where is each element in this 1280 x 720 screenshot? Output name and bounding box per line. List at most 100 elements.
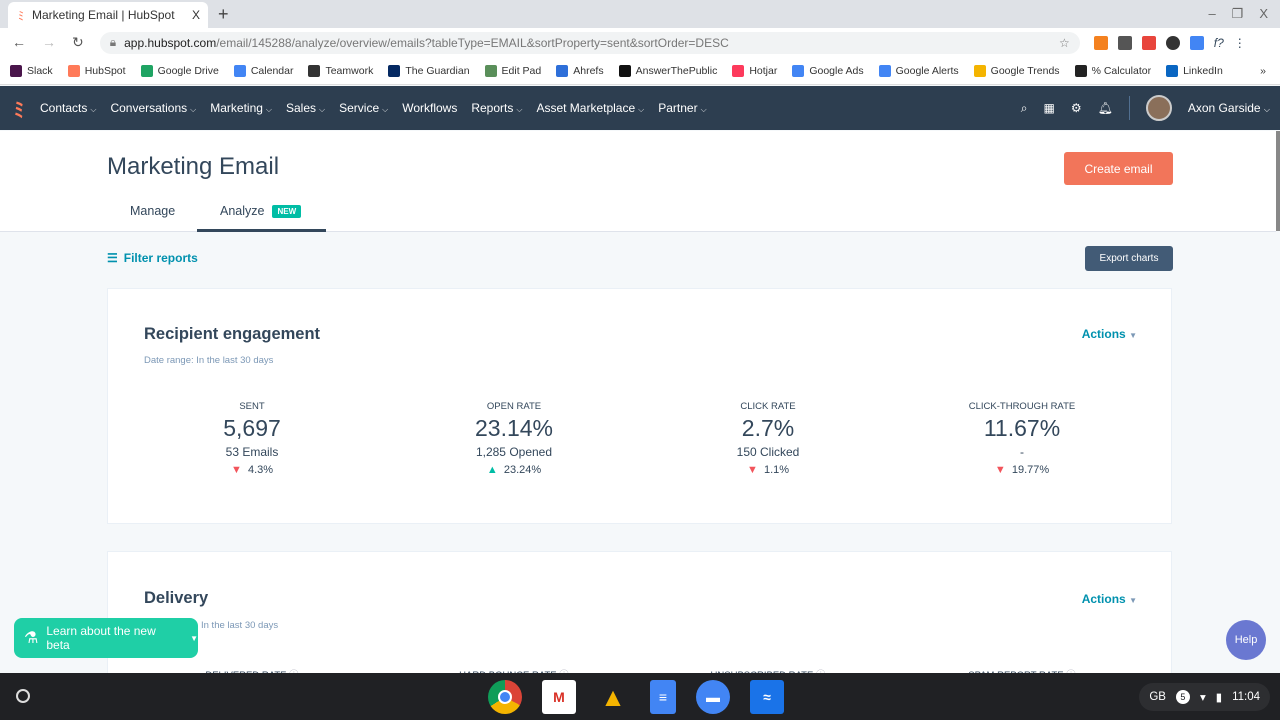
files-icon[interactable]: ▬ bbox=[696, 680, 730, 714]
page-header: Marketing Email Create email Manage Anal… bbox=[0, 131, 1276, 232]
launcher-icon[interactable] bbox=[16, 689, 30, 703]
stat-label: SENT bbox=[239, 401, 265, 412]
forward-icon[interactable]: → bbox=[42, 34, 56, 51]
url-host: app.hubspot.com bbox=[124, 35, 217, 50]
chevron-down-icon: ⌵ bbox=[700, 105, 707, 114]
bookmark-label: Calendar bbox=[250, 64, 294, 77]
stat-value: 2.7% bbox=[741, 415, 795, 441]
bookmark-answerthepublic[interactable]: AnswerThePublic bbox=[618, 64, 717, 77]
gear-icon[interactable]: ⚙ bbox=[1071, 101, 1082, 115]
user-menu[interactable]: Axon Garside ⌵ bbox=[1188, 101, 1270, 115]
stat-label: CLICK RATE bbox=[740, 401, 796, 412]
filter-reports-button[interactable]: ☰ Filter reports bbox=[107, 251, 198, 265]
bookmarks-more-icon[interactable]: » bbox=[1260, 65, 1266, 77]
bookmark-label: Edit Pad bbox=[501, 64, 542, 77]
bookmark-linkedin[interactable]: LinkedIn bbox=[1166, 64, 1223, 77]
actions-dropdown[interactable]: Actions ▼ bbox=[1082, 327, 1137, 341]
create-email-button[interactable]: Create email bbox=[1064, 152, 1173, 185]
scrollbar[interactable] bbox=[1276, 131, 1280, 231]
nav-marketing[interactable]: Marketing ⌵ bbox=[210, 101, 272, 115]
tab-title: Marketing Email | HubSpot bbox=[32, 8, 175, 22]
formula-extension-icon[interactable]: f? bbox=[1214, 36, 1224, 50]
triangle-down-icon: ▼ bbox=[746, 464, 758, 476]
nav-asset-marketplace[interactable]: Asset Marketplace ⌵ bbox=[536, 101, 644, 115]
extension-icon[interactable] bbox=[1165, 35, 1180, 50]
app-icon[interactable]: ≈ bbox=[750, 680, 784, 714]
bookmark-edit-pad[interactable]: Edit Pad bbox=[484, 64, 542, 77]
lock-icon: 🔒︎ bbox=[109, 35, 117, 49]
nav-sales[interactable]: Sales ⌵ bbox=[286, 101, 325, 115]
system-tray[interactable]: GB 5 ▾ ▮ 11:04 bbox=[1139, 683, 1270, 711]
stat-sub: 150 Clicked bbox=[736, 445, 800, 459]
google-drive-icon[interactable]: ▲ bbox=[596, 680, 630, 714]
learn-beta-button[interactable]: ⚗ Learn about the new beta ▼ bbox=[14, 618, 198, 658]
bookmark-google-alerts[interactable]: Google Alerts bbox=[878, 64, 959, 77]
close-tab-icon[interactable]: X bbox=[192, 8, 200, 22]
flask-icon: ⚗ bbox=[24, 630, 39, 647]
extension-icon[interactable] bbox=[1141, 35, 1156, 50]
url-input[interactable]: 🔒︎ app.hubspot.com/email/145288/analyze/… bbox=[99, 31, 1080, 54]
gmail-icon[interactable]: M bbox=[542, 680, 576, 714]
hubspot-nav: ﾐ Contacts ⌵ Conversations ⌵ Marketing ⌵ Sales… bbox=[0, 86, 1280, 130]
chevron-down-icon: ⌵ bbox=[265, 105, 272, 114]
nav-conversations[interactable]: Conversations ⌵ bbox=[110, 101, 196, 115]
beta-label: Learn about the new beta bbox=[46, 624, 156, 652]
google-docs-icon[interactable]: ≡ bbox=[650, 680, 676, 714]
bookmark-slack[interactable]: Slack bbox=[10, 64, 53, 77]
triangle-down-icon: ▼ bbox=[230, 464, 242, 476]
nav-label: Asset Marketplace bbox=[536, 101, 636, 115]
browser-tab[interactable]: ﾐ Marketing Email | HubSpot X bbox=[8, 2, 208, 28]
nav-workflows[interactable]: Workflows bbox=[402, 101, 457, 115]
stat-label: OPEN RATE bbox=[486, 401, 542, 412]
hubspot-logo-icon[interactable]: ﾐ bbox=[14, 94, 24, 123]
bookmark-google-drive[interactable]: Google Drive bbox=[140, 64, 219, 77]
bookmark-label: Google Drive bbox=[157, 64, 219, 77]
bookmark-google-trends[interactable]: Google Trends bbox=[973, 64, 1060, 77]
help-button[interactable]: Help bbox=[1226, 620, 1266, 660]
close-window-icon[interactable]: X bbox=[1259, 6, 1268, 22]
extension-icon[interactable] bbox=[1093, 35, 1108, 50]
avatar[interactable] bbox=[1145, 95, 1172, 121]
bookmark-hubspot[interactable]: HubSpot bbox=[67, 64, 126, 77]
nav-reports[interactable]: Reports ⌵ bbox=[471, 101, 522, 115]
stat-value: 5,697 bbox=[223, 415, 281, 441]
bookmark-calendar[interactable]: Calendar bbox=[233, 64, 294, 77]
nav-partner[interactable]: Partner ⌵ bbox=[658, 101, 706, 115]
nav-label: Partner bbox=[658, 101, 698, 115]
filter-label: Filter reports bbox=[123, 251, 198, 265]
minimize-icon[interactable]: – bbox=[1208, 6, 1215, 22]
export-charts-button[interactable]: Export charts bbox=[1085, 246, 1173, 271]
search-icon[interactable]: ⌕ bbox=[1021, 101, 1028, 116]
star-icon[interactable]: ☆ bbox=[1059, 36, 1070, 50]
extension-icon[interactable] bbox=[1189, 35, 1204, 50]
triangle-up-icon: ▲ bbox=[486, 464, 498, 476]
actions-dropdown[interactable]: Actions ▼ bbox=[1082, 592, 1137, 606]
bookmark-teamwork[interactable]: Teamwork bbox=[308, 64, 373, 77]
tab-analyze[interactable]: Analyze NEW bbox=[220, 204, 302, 218]
maximize-icon[interactable]: ❐ bbox=[1232, 6, 1244, 22]
stat-delta: 19.77% bbox=[1011, 464, 1050, 476]
nav-service[interactable]: Service ⌵ bbox=[339, 101, 388, 115]
bookmark-calculator[interactable]: % Calculator bbox=[1074, 64, 1151, 77]
new-tab-button[interactable]: + bbox=[218, 4, 229, 25]
bookmark-the-guardian[interactable]: The Guardian bbox=[388, 64, 470, 77]
stat-sub: 53 Emails bbox=[225, 445, 279, 459]
address-bar-row: ← → ↻ 🔒︎ app.hubspot.com/email/145288/an… bbox=[0, 28, 1280, 57]
new-badge: NEW bbox=[272, 204, 302, 218]
clock: 11:04 bbox=[1232, 691, 1260, 703]
card-title: Recipient engagement bbox=[144, 325, 321, 343]
tab-manage[interactable]: Manage bbox=[130, 204, 175, 218]
nav-label: Marketing bbox=[210, 101, 263, 115]
nav-contacts[interactable]: Contacts ⌵ bbox=[40, 101, 96, 115]
extension-icon[interactable] bbox=[1117, 35, 1132, 50]
chrome-icon[interactable] bbox=[488, 680, 522, 714]
marketplace-icon[interactable]: ▦ bbox=[1044, 101, 1055, 115]
bookmark-ahrefs[interactable]: Ahrefs bbox=[556, 64, 604, 77]
reload-icon[interactable]: ↻ bbox=[72, 34, 84, 51]
back-icon[interactable]: ← bbox=[12, 34, 26, 51]
bell-icon[interactable]: 🔔︎ bbox=[1098, 101, 1113, 115]
menu-icon[interactable]: ⋮ bbox=[1234, 36, 1246, 50]
bookmark-hotjar[interactable]: Hotjar bbox=[732, 64, 777, 77]
bookmark-google-ads[interactable]: Google Ads bbox=[792, 64, 864, 77]
bookmark-label: Slack bbox=[27, 64, 53, 77]
